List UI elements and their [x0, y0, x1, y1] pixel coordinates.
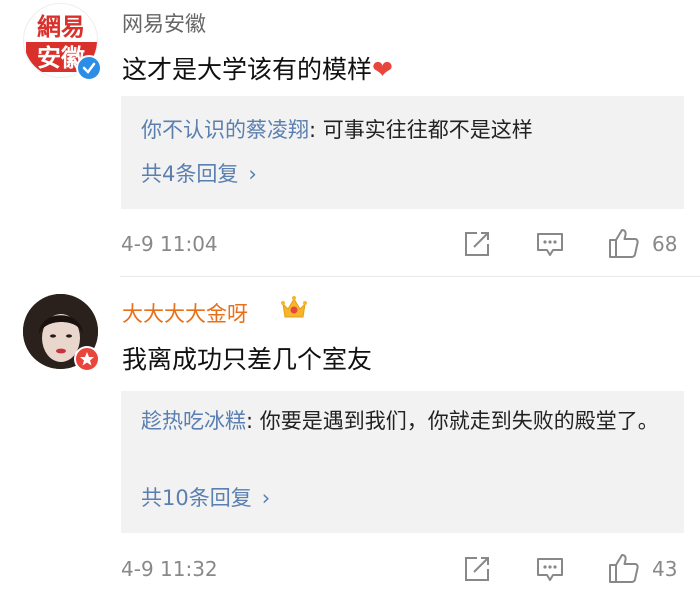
view-replies-link[interactable]: 共10条回复 ›	[141, 482, 270, 512]
reply-preview-box[interactable]: 趁热吃冰糕: 你要是遇到我们，你就走到失败的殿堂了。 共10条回复 ›	[121, 391, 684, 533]
comment-timestamp: 4-9 11:04	[121, 232, 218, 256]
share-icon[interactable]	[461, 228, 493, 260]
view-replies-link[interactable]: 共4条回复 ›	[141, 158, 257, 188]
reply-preview: 趁热吃冰糕: 你要是遇到我们，你就走到失败的殿堂了。	[141, 403, 666, 440]
comment-text: 这才是大学该有的模样❤	[122, 50, 393, 86]
avatar-logo-line1: 網易	[37, 12, 85, 41]
comment-item: 網易 安徽 网易安徽 这才是大学该有的模样❤ 你不认识的蔡凌翔: 可事实往往都不…	[0, 0, 700, 276]
reply-text: : 可事实往往都不是这样	[309, 118, 533, 142]
comment-text: 我离成功只差几个室友	[122, 345, 373, 374]
comment-text-body: 这才是大学该有的模样	[122, 55, 373, 84]
like-icon[interactable]	[607, 551, 641, 585]
like-count: 43	[652, 557, 678, 581]
comment-divider	[120, 276, 700, 277]
chevron-right-icon: ›	[261, 486, 271, 510]
like-icon[interactable]	[607, 226, 641, 260]
comment-icon[interactable]	[534, 553, 566, 585]
reply-username[interactable]: 你不认识的蔡凌翔	[141, 118, 309, 142]
comment-username[interactable]: 大大大大金呀	[122, 298, 248, 328]
like-count: 68	[652, 232, 678, 256]
chevron-right-icon: ›	[248, 162, 257, 186]
reply-text: : 你要是遇到我们，你就走到失败的殿堂了。	[246, 409, 659, 433]
comment-username[interactable]: 网易安徽	[122, 8, 206, 38]
share-icon[interactable]	[461, 553, 493, 585]
reply-preview-box[interactable]: 你不认识的蔡凌翔: 可事实往往都不是这样 共4条回复 ›	[121, 96, 684, 209]
star-badge-icon	[74, 346, 100, 372]
reply-preview: 你不认识的蔡凌翔: 可事实往往都不是这样	[141, 112, 666, 149]
reply-username[interactable]: 趁热吃冰糕	[141, 409, 246, 433]
comment-icon[interactable]	[534, 228, 566, 260]
crown-icon	[281, 296, 307, 318]
verified-badge-icon	[76, 55, 102, 81]
reply-count-label: 共10条回复	[141, 486, 252, 510]
reply-count-label: 共4条回复	[141, 162, 239, 186]
comment-timestamp: 4-9 11:32	[121, 557, 218, 581]
heart-emoji-icon: ❤	[372, 55, 393, 84]
